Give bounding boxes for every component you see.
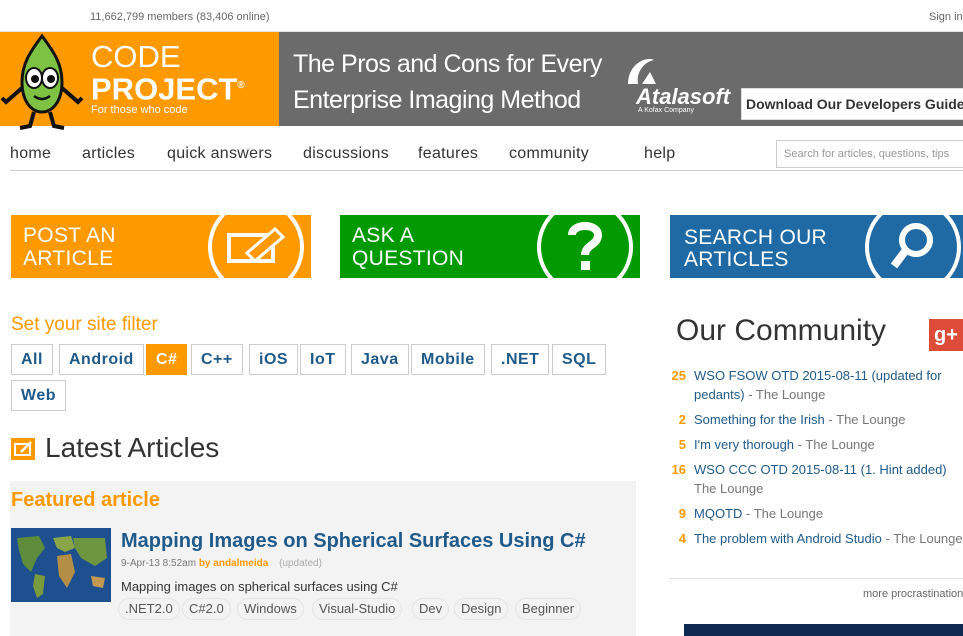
logo-project: PROJECT® (91, 71, 245, 107)
search-input[interactable]: Search for articles, questions, tips (776, 140, 963, 168)
article-tag[interactable]: Dev (412, 598, 450, 620)
magnifier-icon (890, 223, 933, 269)
post-article-button[interactable]: POST AN ARTICLE (11, 215, 311, 278)
article-description: Mapping images on spherical surfaces usi… (121, 579, 398, 594)
community-post[interactable]: MQOTD - The Lounge (694, 504, 823, 523)
filter-chip-ios[interactable]: iOS (249, 344, 299, 375)
nav-community[interactable]: community (509, 145, 589, 163)
edit-icon (227, 227, 286, 264)
ad-brand: Atalasoft A Kofax Company (616, 54, 736, 114)
article-tag[interactable]: C#2.0 (182, 598, 231, 620)
post-title[interactable]: The problem with Android Studio (694, 531, 882, 546)
article-tag[interactable]: Design (454, 598, 509, 620)
article-tag[interactable]: Visual-Studio (312, 598, 403, 620)
site-logo[interactable]: CODE PROJECT® For those who code (91, 39, 245, 117)
filter-chip-csharp[interactable]: C# (146, 344, 188, 375)
article-date: 9-Apr-13 8:52am (121, 558, 197, 569)
site-filter-title: Set your site filter (11, 314, 158, 335)
nav-quick-answers[interactable]: quick answers (167, 145, 272, 163)
our-community-heading: Our Community (676, 314, 887, 347)
article-tag[interactable]: Beginner (515, 598, 582, 620)
bob-mascot-icon[interactable] (0, 32, 84, 132)
ask-question-label: ASK A QUESTION (352, 224, 465, 270)
community-post[interactable]: WSO CCC OTD 2015-08-11 (1. Hint added) T… (694, 460, 947, 498)
post-reply-count: 16 (671, 462, 686, 477)
article-author-link[interactable]: andalmeida (213, 558, 268, 569)
search-articles-label: SEARCH OUR ARTICLES (684, 226, 828, 271)
nav-help[interactable]: help (644, 145, 675, 163)
ad-brand-sub: A Kofax Company (638, 107, 695, 114)
post-title-continued[interactable]: pedants) (694, 387, 745, 402)
post-reply-count: 5 (678, 437, 686, 452)
article-by: by (198, 558, 211, 569)
post-forum[interactable]: The Lounge (836, 412, 905, 427)
featured-article-panel: Featured article Mapping Images on Spher… (10, 481, 636, 636)
filter-chip-web[interactable]: Web (11, 380, 66, 411)
ask-question-button[interactable]: ASK A QUESTION (340, 215, 640, 278)
search-articles-button[interactable]: SEARCH OUR ARTICLES (670, 215, 963, 278)
article-tag[interactable]: .NET2.0 (118, 598, 180, 620)
article-tag[interactable]: Windows (237, 598, 304, 620)
latest-articles-icon (11, 438, 35, 460)
post-forum[interactable]: The Lounge (754, 506, 823, 521)
filter-chip-iot[interactable]: IoT (300, 344, 346, 375)
bottom-ad-banner[interactable] (684, 624, 963, 636)
community-divider (669, 578, 963, 579)
post-article-label: POST AN ARTICLE (23, 224, 116, 270)
filter-chip-sql[interactable]: SQL (552, 344, 607, 375)
sign-in-link[interactable]: Sign in (929, 11, 963, 23)
nav-features[interactable]: features (418, 145, 478, 163)
ad-download-button[interactable]: Download Our Developers Guide (741, 88, 963, 120)
post-title[interactable]: I'm very thorough (694, 437, 794, 452)
article-title-link[interactable]: Mapping Images on Spherical Surfaces Usi… (121, 530, 586, 553)
featured-article-label: Featured article (11, 489, 160, 511)
post-reply-count: 25 (671, 368, 686, 383)
latest-articles-heading: Latest Articles (45, 432, 220, 463)
article-thumbnail[interactable] (11, 528, 111, 602)
logo-code: CODE (91, 39, 181, 74)
filter-chip-java[interactable]: Java (351, 344, 409, 375)
nav-articles[interactable]: articles (82, 145, 135, 163)
post-reply-count: 2 (678, 412, 686, 427)
community-post[interactable]: The problem with Android Studio - The Lo… (694, 529, 963, 548)
post-forum[interactable]: The Lounge (694, 481, 763, 496)
filter-chip-android[interactable]: Android (59, 344, 144, 375)
post-title[interactable]: MQOTD (694, 506, 742, 521)
post-title[interactable]: WSO FSOW OTD 2015-08-11 (updated for (694, 368, 942, 383)
top-bar: 11,662,799 members (83,406 online) Sign … (0, 0, 963, 32)
ad-title: The Pros and Cons for Every Enterprise I… (293, 50, 602, 114)
filter-chip-cpp[interactable]: C++ (191, 344, 243, 375)
post-forum[interactable]: The Lounge (756, 387, 825, 402)
post-forum[interactable]: The Lounge (893, 531, 962, 546)
post-reply-count: 4 (678, 531, 686, 546)
members-count: 11,662,799 members (83,406 online) (90, 11, 270, 23)
post-reply-count: 9 (678, 506, 686, 521)
site-header: CODE PROJECT® For those who code The Pro… (0, 32, 963, 130)
post-title[interactable]: Something for the Irish (694, 412, 825, 427)
banner-ad[interactable]: The Pros and Cons for Every Enterprise I… (279, 32, 963, 126)
post-title[interactable]: WSO CCC OTD 2015-08-11 (1. Hint added) (694, 462, 947, 477)
main-nav: home articles quick answers discussions … (10, 138, 963, 171)
question-mark-icon (568, 222, 603, 270)
world-map-thumbnail (11, 528, 111, 602)
filter-chip-all[interactable]: All (11, 344, 53, 375)
post-forum[interactable]: The Lounge (805, 437, 874, 452)
nav-home[interactable]: home (10, 145, 51, 163)
filter-chip-mobile[interactable]: Mobile (411, 344, 485, 375)
nav-discussions[interactable]: discussions (303, 145, 389, 163)
filter-chip-dotnet[interactable]: .NET (491, 344, 550, 375)
community-post[interactable]: Something for the Irish - The Lounge (694, 410, 906, 429)
community-post[interactable]: I'm very thorough - The Lounge (694, 435, 875, 454)
more-procrastination-link[interactable]: more procrastination (863, 588, 963, 600)
community-post[interactable]: WSO FSOW OTD 2015-08-11 (updated for ped… (694, 366, 942, 404)
edit-small-icon (14, 441, 32, 456)
article-meta: 9-Apr-13 8:52am by andalmeida (updated) (121, 558, 322, 569)
article-updated: (updated) (279, 558, 322, 569)
google-plus-icon[interactable]: g+ (929, 319, 963, 351)
